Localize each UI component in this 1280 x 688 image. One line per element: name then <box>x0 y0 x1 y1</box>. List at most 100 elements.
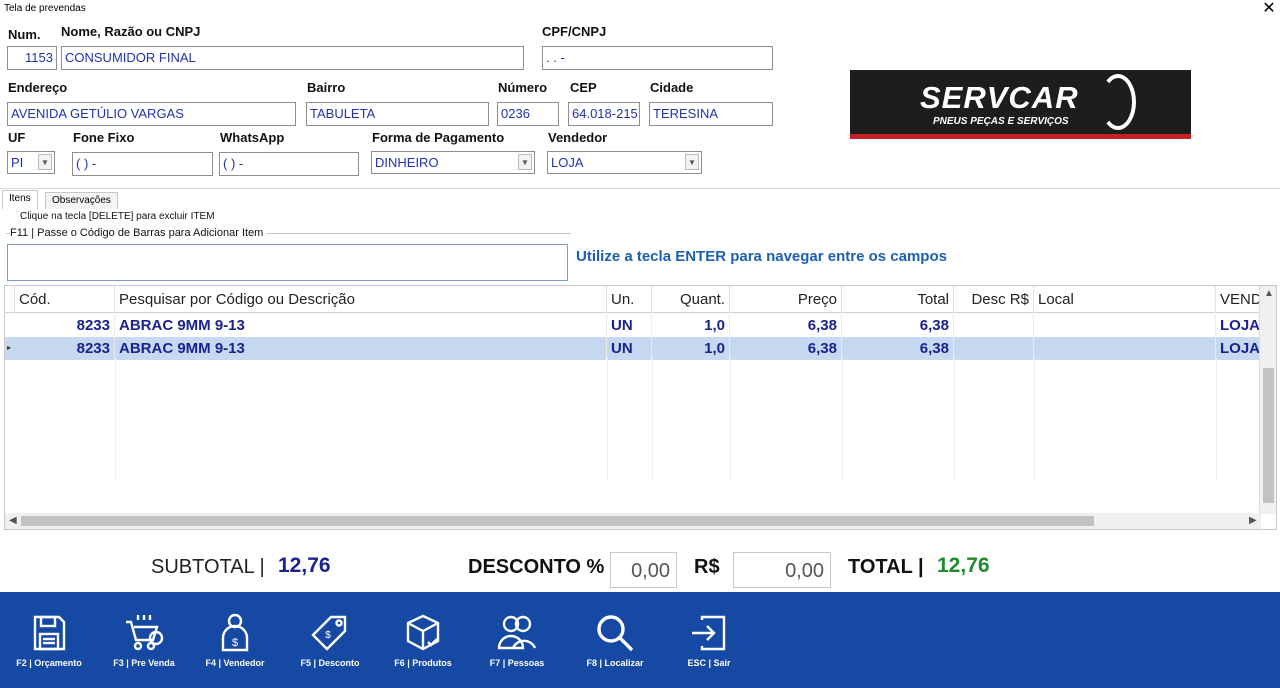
header-quant[interactable]: Quant. <box>652 286 730 313</box>
window-title: Tela de prevendas <box>4 3 86 14</box>
desconto-label-footer: F5 | Desconto <box>300 658 360 668</box>
tire-icon <box>1100 74 1136 130</box>
header-cod[interactable]: Cód. <box>15 286 115 313</box>
barcode-label: F11 | Passe o Código de Barras para Adic… <box>10 227 267 239</box>
header-local[interactable]: Local <box>1034 286 1216 313</box>
cell-local <box>1034 337 1216 360</box>
vertical-scroll-thumb[interactable] <box>1263 368 1274 503</box>
total-label: TOTAL | <box>848 556 924 578</box>
name-field[interactable]: CONSUMIDOR FINAL <box>61 46 524 70</box>
vendedor-label-footer: F4 | Vendedor <box>205 658 265 668</box>
cell-desc: ABRAC 9MM 9-13 <box>115 314 607 337</box>
chevron-down-icon[interactable]: ▼ <box>518 154 532 170</box>
subtotal-value: 12,76 <box>278 554 331 577</box>
total-value: 12,76 <box>937 554 990 577</box>
row-indicator-icon: ▸ <box>7 343 12 352</box>
header-un[interactable]: Un. <box>607 286 652 313</box>
bairro-field[interactable]: TABULETA <box>306 102 489 126</box>
cell-cod: 8233 <box>15 314 115 337</box>
grid-line <box>954 358 955 480</box>
cell-quant: 1,0 <box>652 337 730 360</box>
cell-local <box>1034 314 1216 337</box>
cell-desc-rs <box>954 337 1034 360</box>
orcamento-label: F2 | Orçamento <box>16 658 82 668</box>
items-grid[interactable]: Cód. Pesquisar por Código ou Descrição U… <box>4 285 1277 530</box>
whatsapp-label: WhatsApp <box>220 130 285 145</box>
cep-label: CEP <box>570 80 597 95</box>
scroll-right-icon[interactable]: ▶ <box>1249 515 1257 526</box>
fone-field[interactable]: ( ) - <box>72 152 213 176</box>
scroll-left-icon[interactable]: ◀ <box>9 515 17 526</box>
grid-line <box>607 358 608 480</box>
people-icon <box>497 615 537 650</box>
pessoas-button[interactable]: F7 | Pessoas <box>474 612 560 676</box>
header-desc[interactable]: Pesquisar por Código ou Descrição <box>115 286 607 313</box>
cell-un: UN <box>607 314 652 337</box>
produtos-button[interactable]: F6 | Produtos <box>380 612 466 676</box>
pagamento-select[interactable]: DINHEIRO ▼ <box>371 151 535 174</box>
cep-field[interactable]: 64.018-215 <box>568 102 640 126</box>
search-icon <box>597 615 634 652</box>
horizontal-scrollbar[interactable]: ◀ ▶ <box>5 513 1261 529</box>
address-field[interactable]: AVENIDA GETÚLIO VARGAS <box>7 102 296 126</box>
numero-field[interactable]: 0236 <box>497 102 559 126</box>
desconto-button[interactable]: $ F5 | Desconto <box>287 612 373 676</box>
header-preco[interactable]: Preço <box>730 286 842 313</box>
cpf-field[interactable]: . . - <box>542 46 773 70</box>
num-field[interactable]: 1153 <box>7 46 57 70</box>
localizar-label: F8 | Localizar <box>586 658 644 668</box>
barcode-input[interactable] <box>7 244 568 281</box>
uf-select[interactable]: PI ▼ <box>7 151 55 174</box>
produtos-label: F6 | Produtos <box>394 658 452 668</box>
orcamento-button[interactable]: F2 | Orçamento <box>6 612 92 676</box>
table-row[interactable]: 8233 ABRAC 9MM 9-13 UN 1,0 6,38 6,38 LOJ… <box>5 314 1276 337</box>
pagamento-label: Forma de Pagamento <box>372 130 505 145</box>
localizar-button[interactable]: F8 | Localizar <box>572 612 658 676</box>
desconto-rs-field[interactable]: 0,00 <box>733 552 831 588</box>
close-button[interactable]: ✕ <box>1258 0 1280 20</box>
sair-button[interactable]: ESC | Sair <box>666 612 752 676</box>
uf-label: UF <box>8 130 26 145</box>
sair-label: ESC | Sair <box>687 658 731 668</box>
uf-value: PI <box>11 155 24 170</box>
vendedor-button[interactable]: $ F4 | Vendedor <box>192 612 278 676</box>
header-vend[interactable]: VEND <box>1216 286 1261 313</box>
cell-desc: ABRAC 9MM 9-13 <box>115 337 607 360</box>
vendedor-select[interactable]: LOJA ▼ <box>547 151 702 174</box>
cell-cod: 8233 <box>15 337 115 360</box>
desconto-label: DESCONTO % <box>468 556 605 578</box>
table-row[interactable]: ▸ 8233 ABRAC 9MM 9-13 UN 1,0 6,38 6,38 L… <box>5 337 1276 360</box>
subtotal-label: SUBTOTAL | <box>151 556 265 578</box>
pre-venda-button[interactable]: F3 | Pre Venda <box>101 612 187 676</box>
horizontal-scroll-thumb[interactable] <box>21 516 1094 526</box>
tab-itens[interactable]: Itens <box>2 190 38 209</box>
cell-desc-rs <box>954 314 1034 337</box>
chevron-down-icon[interactable]: ▼ <box>685 154 699 170</box>
servcar-logo: SERVCAR PNEUS PEÇAS E SERVIÇOS <box>850 70 1191 139</box>
pessoas-label: F7 | Pessoas <box>489 658 545 668</box>
delete-hint: Clique na tecla [DELETE] para excluir IT… <box>20 211 215 222</box>
desconto-percent-field[interactable]: 0,00 <box>610 552 677 588</box>
cidade-field[interactable]: TERESINA <box>649 102 773 126</box>
footer-toolbar: F2 | Orçamento F3 | Pre Venda $ F4 | Ven… <box>0 592 1280 688</box>
whatsapp-field[interactable]: ( ) - <box>219 152 359 176</box>
pagamento-value: DINHEIRO <box>375 155 439 170</box>
box-icon <box>406 614 440 651</box>
svg-text:$: $ <box>232 637 238 649</box>
header-desc-rs[interactable]: Desc R$ <box>954 286 1034 313</box>
grid-line <box>842 358 843 480</box>
vendedor-value: LOJA <box>551 155 584 170</box>
grid-header: Cód. Pesquisar por Código ou Descrição U… <box>5 286 1276 313</box>
vertical-scrollbar[interactable]: ▲ <box>1259 286 1276 514</box>
grid-line <box>1034 358 1035 480</box>
logo-main-text: SERVCAR <box>920 80 1079 115</box>
tab-observacoes[interactable]: Observações <box>45 192 118 209</box>
header-total[interactable]: Total <box>842 286 954 313</box>
cell-vend: LOJA <box>1220 340 1261 357</box>
cart-icon <box>126 615 164 651</box>
bairro-label: Bairro <box>307 80 346 95</box>
grid-line <box>115 358 116 480</box>
cidade-label: Cidade <box>650 80 694 95</box>
chevron-down-icon[interactable]: ▼ <box>38 154 52 170</box>
scroll-up-icon[interactable]: ▲ <box>1264 288 1274 299</box>
